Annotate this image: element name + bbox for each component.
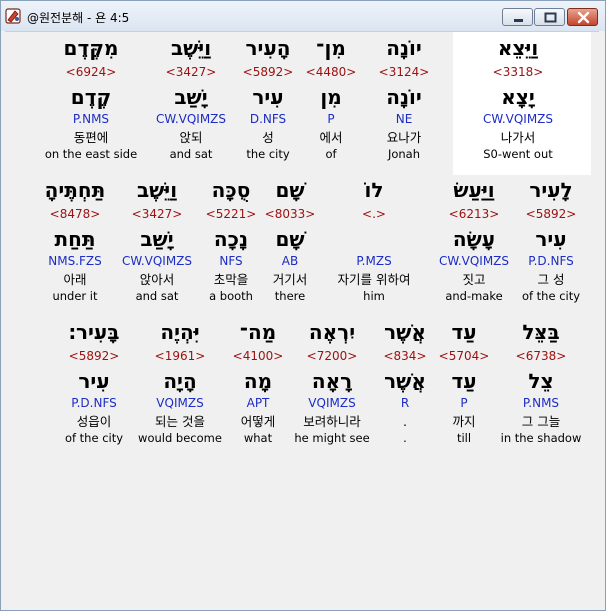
korean-gloss: 요나가 [386,130,422,145]
word-cell[interactable]: יוֹנָה <3124> יוֹנָה NE 요나가 Jonah [349,38,459,163]
parsing-code: CW.VQIMZS [482,112,554,126]
word-cell[interactable]: לָעִיר <5892> עִיר P.D.NFS 그 성 of the ci… [496,180,606,305]
parsing-code: NE [395,112,413,126]
word-cell[interactable]: לוֹ <.> P.MZS 자기를 위하여 him [319,180,429,305]
app-icon[interactable] [5,7,23,25]
parsing-code: P.NMS [522,396,560,410]
parsing-code: P.MZS [356,254,392,268]
hebrew-word: וַיֵּצֵא [497,36,539,60]
strong-number[interactable]: <3124> [349,66,459,81]
minimize-button[interactable] [502,8,533,26]
english-gloss: Jonah [387,147,421,161]
hebrew-word: בַּצֵּל [522,320,560,344]
strong-number[interactable]: <6924> [36,66,146,81]
parsing-code: P.D.NFS [528,254,574,268]
window-title: @원전분해 - 욘 4:5 [27,11,130,25]
strong-number[interactable]: <.> [319,208,429,223]
word-cell[interactable]: בַּצֵּל <6738> צֵל P.NMS 그 그늘 in the sha… [486,322,596,447]
strong-number[interactable]: <5892> [496,208,606,223]
lemma [319,229,429,253]
lemma: יָצָא [501,85,535,109]
english-gloss: him [363,289,385,303]
korean-gloss: 그 성 [537,272,565,287]
english-gloss: of the city [521,289,581,303]
analysis-panel: מִקֶּדֶם <6924> קֶדֶם P.NMS 동편에 on the e… [5,31,599,606]
lemma: יוֹנָה [386,85,422,109]
word-cell-selected[interactable]: וַיֵּצֵא <3318> יָצָא CW.VQIMZS 나가서 S0-w… [463,38,573,163]
hebrew-word: מִקֶּדֶם [63,36,119,60]
english-gloss: S0-went out [483,147,553,161]
hebrew-word: לָעִיר [529,178,573,202]
korean-gloss: 동편에 [73,130,109,145]
strong-number[interactable]: <3318> [463,66,573,81]
minimize-icon [514,19,523,22]
lemma: עִיר [535,227,567,251]
korean-gloss: 나가서 [500,130,536,145]
korean-gloss: 자기를 위하여 [337,272,411,287]
maximize-button[interactable] [534,8,565,26]
hebrew-word: יוֹנָה [386,36,422,60]
lemma: קֶדֶם [70,85,112,109]
strong-number[interactable]: <6738> [486,350,596,365]
english-gloss: in the shadow [500,431,582,445]
hebrew-word: לוֹ [364,178,384,202]
lemma: צֵל [528,369,554,393]
korean-gloss: 그 그늘 [521,414,561,429]
close-button[interactable] [567,8,598,26]
close-icon [577,11,590,24]
app-window: @원전분해 - 욘 4:5 מִקֶּדֶם <6924> קֶדֶם P.NM… [0,0,606,611]
word-cell[interactable]: מִקֶּדֶם <6924> קֶדֶם P.NMS 동편에 on the e… [36,38,146,163]
maximize-icon [544,12,557,23]
english-gloss: on the east side [44,147,138,161]
parsing-code: P.NMS [72,112,110,126]
title-bar[interactable]: @원전분해 - 욘 4:5 [1,1,605,31]
